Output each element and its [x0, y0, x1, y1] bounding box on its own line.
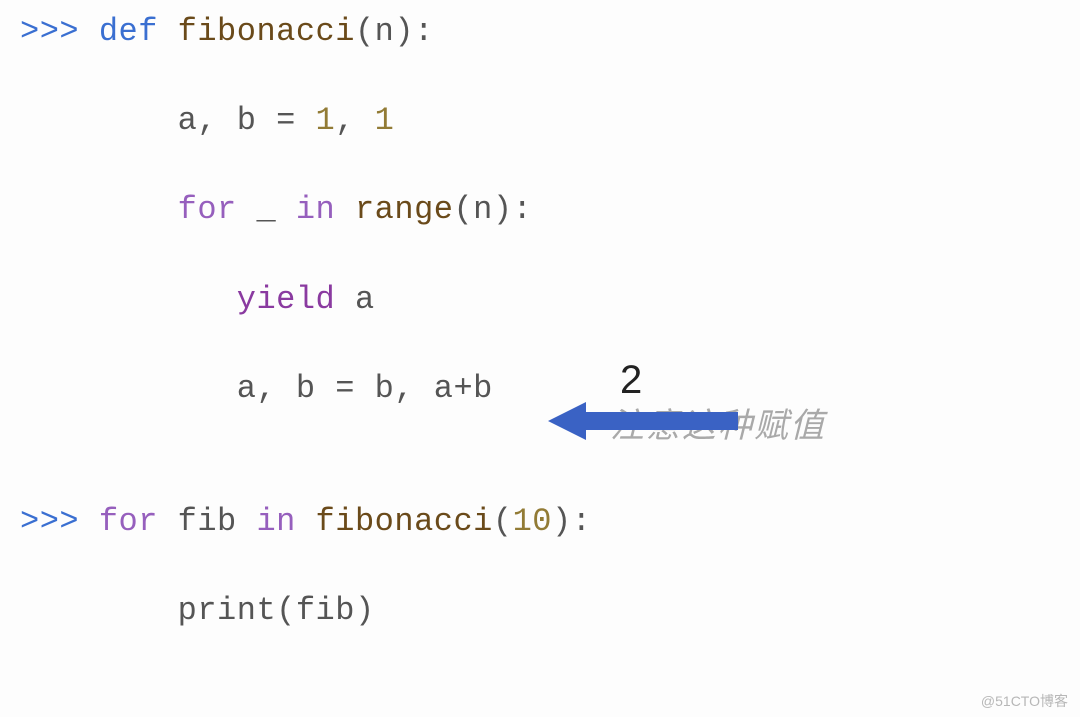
num-1: 1 [316, 102, 336, 139]
keyword-yield: yield [237, 281, 336, 318]
space [237, 503, 257, 540]
code-line-2: a, b = 1, 1 [20, 99, 1080, 142]
keyword-for: for [178, 191, 237, 228]
keyword-def: def [99, 13, 158, 50]
space [335, 191, 355, 228]
loop-var: _ [237, 191, 296, 228]
id-fib: fib [178, 503, 237, 540]
num-10: 10 [513, 503, 552, 540]
arrow-left-icon [548, 398, 743, 444]
lhs-ab: a, b = [178, 102, 316, 139]
space [158, 503, 178, 540]
code-line-6: >>> for fib in fibonacci(10): [20, 500, 1080, 543]
code-block: >>> def fibonacci(n): a, b = 1, 1 for _ … [0, 0, 1080, 632]
fn-fibonacci-call: fibonacci [316, 503, 493, 540]
indent [20, 191, 178, 228]
code-line-1: >>> def fibonacci(n): [20, 10, 1080, 53]
keyword-for: for [99, 503, 158, 540]
range-args: (n): [453, 191, 532, 228]
repl-prompt: >>> [20, 503, 99, 540]
tuple-swap: a, b = b, a+b [237, 370, 493, 407]
space [296, 503, 316, 540]
code-line-4: yield a [20, 278, 1080, 321]
footer-watermark: @51CTO博客 [981, 691, 1068, 711]
id-a: a [355, 281, 375, 318]
params-n: (n): [355, 13, 434, 50]
print-call: print(fib) [178, 592, 375, 629]
num-1b: 1 [375, 102, 395, 139]
annotation-number: 2 [620, 358, 642, 403]
fn-fibonacci: fibonacci [178, 13, 355, 50]
repl-prompt: >>> [20, 13, 99, 50]
keyword-in: in [296, 191, 335, 228]
indent [20, 370, 237, 407]
code-line-3: for _ in range(n): [20, 188, 1080, 231]
indent [20, 592, 178, 629]
comma: , [335, 102, 374, 139]
space [158, 13, 178, 50]
fn-range: range [355, 191, 454, 228]
tail: ): [552, 503, 591, 540]
keyword-in: in [256, 503, 295, 540]
space [335, 281, 355, 318]
open-paren: ( [493, 503, 513, 540]
indent [20, 281, 237, 318]
indent [20, 102, 178, 139]
code-line-7: print(fib) [20, 589, 1080, 632]
